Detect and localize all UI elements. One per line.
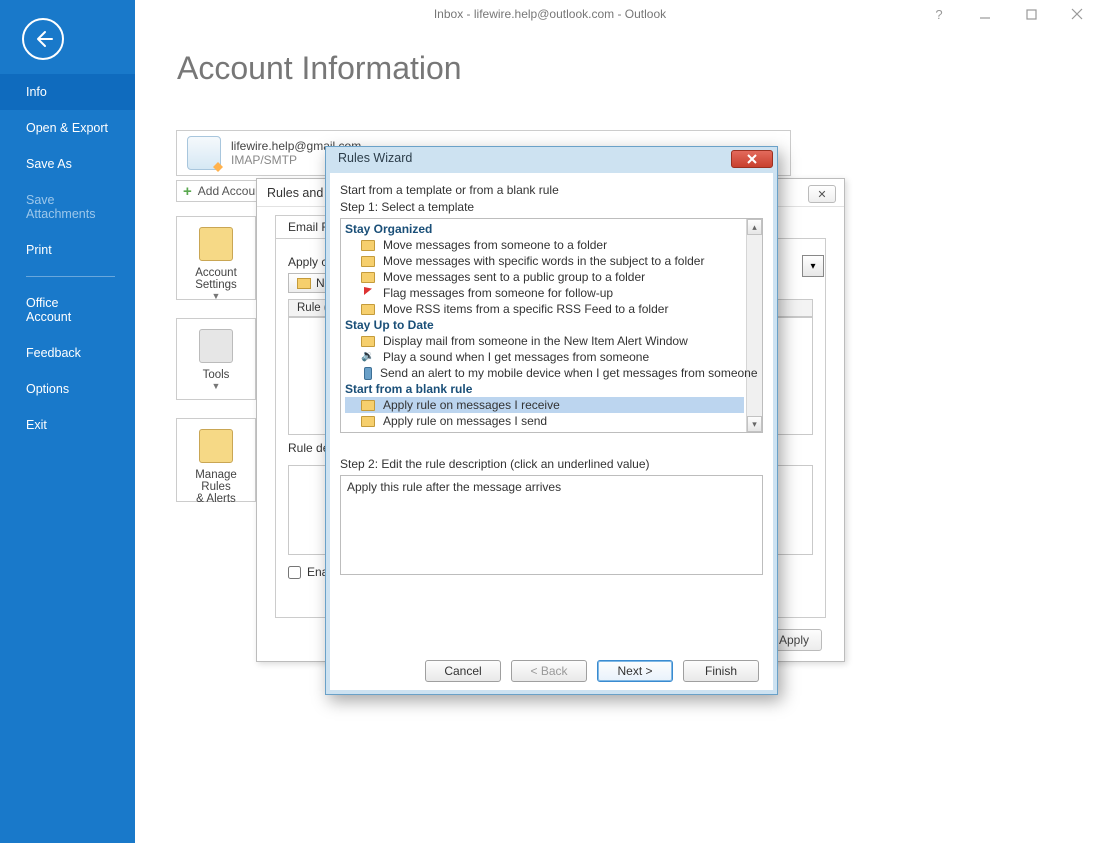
template-item-label: Send an alert to my mobile device when I… [380, 366, 758, 380]
flag-icon [361, 286, 375, 300]
folder-icon [361, 336, 375, 347]
wizard-close-button[interactable] [731, 150, 773, 168]
template-item-label: Move messages from someone to a folder [383, 238, 607, 252]
maximize-button[interactable] [1008, 0, 1054, 28]
template-group-heading: Stay Organized [345, 221, 744, 237]
tools-panel[interactable]: Tools ▼ [176, 318, 256, 400]
manage-rules-label: Manage Rules & Alerts [185, 469, 247, 505]
finish-button[interactable]: Finish [683, 660, 759, 682]
tools-icon [199, 329, 233, 363]
template-listbox[interactable]: ▴ ▾ Stay OrganizedMove messages from som… [340, 218, 763, 433]
help-button[interactable]: ? [916, 0, 962, 28]
new-rule-icon [297, 278, 311, 289]
back-button: < Back [511, 660, 587, 682]
sound-icon [361, 350, 375, 364]
template-group-heading: Start from a blank rule [345, 381, 744, 397]
sidebar-item-open-export[interactable]: Open & Export [0, 110, 135, 146]
folder-icon [361, 240, 375, 251]
rules-wizard-dialog: Rules Wizard Start from a template or fr… [325, 146, 778, 695]
scroll-down-arrow[interactable]: ▾ [747, 416, 762, 432]
app-titlebar: Inbox - lifewire.help@outlook.com - Outl… [0, 0, 1100, 28]
wizard-step2-label: Step 2: Edit the rule description (click… [340, 457, 763, 471]
template-item-label: Move messages with specific words in the… [383, 254, 704, 268]
template-item[interactable]: Display mail from someone in the New Ite… [345, 333, 744, 349]
scroll-up-arrow[interactable]: ▴ [747, 219, 762, 235]
page-title: Account Information [177, 50, 1100, 87]
template-item[interactable]: Send an alert to my mobile device when I… [345, 365, 744, 381]
wizard-step1-label: Step 1: Select a template [340, 200, 763, 214]
rule-description-preview: Apply this rule after the message arrive… [340, 475, 763, 575]
folder-icon [361, 304, 375, 315]
sidebar-item-print[interactable]: Print [0, 232, 135, 268]
template-item-label: Apply rule on messages I send [383, 414, 547, 428]
template-group-heading: Stay Up to Date [345, 317, 744, 333]
plus-icon: + [183, 183, 192, 200]
template-item[interactable]: Play a sound when I get messages from so… [345, 349, 744, 365]
wizard-start-line: Start from a template or from a blank ru… [340, 183, 763, 197]
account-settings-panel[interactable]: Account Settings ▼ [176, 216, 256, 300]
chevron-down-icon: ▼ [185, 381, 247, 391]
manage-rules-icon [199, 429, 233, 463]
rule-description-text: Apply this rule after the message arrive… [347, 480, 561, 494]
backstage-sidebar: InfoOpen & ExportSave AsSave Attachments… [0, 0, 135, 843]
template-item[interactable]: Apply rule on messages I send [345, 413, 744, 429]
account-settings-label: Account Settings [185, 267, 247, 291]
sidebar-item-feedback[interactable]: Feedback [0, 335, 135, 371]
sidebar-item-info[interactable]: Info [0, 74, 135, 110]
sidebar-item-options[interactable]: Options [0, 371, 135, 407]
folder-icon [361, 400, 375, 411]
template-item-label: Flag messages from someone for follow-up [383, 286, 613, 300]
template-item-label: Move RSS items from a specific RSS Feed … [383, 302, 668, 316]
folder-icon [361, 416, 375, 427]
cancel-button[interactable]: Cancel [425, 660, 501, 682]
window-title: Inbox - lifewire.help@outlook.com - Outl… [434, 7, 666, 21]
template-item-label: Play a sound when I get messages from so… [383, 350, 649, 364]
sidebar-item-office-account[interactable]: Office Account [0, 285, 135, 335]
template-scrollbar[interactable]: ▴ ▾ [746, 219, 762, 432]
rules-dlg-close-button[interactable]: ✕ [808, 185, 836, 203]
template-item[interactable]: Apply rule on messages I receive [345, 397, 744, 413]
template-item-label: Apply rule on messages I receive [383, 398, 560, 412]
template-item[interactable]: Move messages from someone to a folder [345, 237, 744, 253]
phone-icon [364, 367, 372, 380]
account-settings-icon [199, 227, 233, 261]
tools-label: Tools [185, 369, 247, 381]
back-button[interactable] [22, 18, 64, 60]
minimize-button[interactable] [962, 0, 1008, 28]
template-item[interactable]: Move messages sent to a public group to … [345, 269, 744, 285]
sidebar-item-save-attachments: Save Attachments [0, 182, 135, 232]
folder-icon [361, 272, 375, 283]
sidebar-item-save-as[interactable]: Save As [0, 146, 135, 182]
sidebar-item-exit[interactable]: Exit [0, 407, 135, 443]
template-item[interactable]: Flag messages from someone for follow-up [345, 285, 744, 301]
wizard-title: Rules Wizard [338, 151, 412, 165]
manage-rules-panel[interactable]: Manage Rules & Alerts [176, 418, 256, 502]
next-button[interactable]: Next > [597, 660, 673, 682]
template-item[interactable]: Move messages with specific words in the… [345, 253, 744, 269]
template-item-label: Display mail from someone in the New Ite… [383, 334, 688, 348]
account-icon [187, 136, 221, 170]
chevron-down-icon: ▼ [185, 291, 247, 301]
folder-icon [361, 256, 375, 267]
template-item-label: Move messages sent to a public group to … [383, 270, 645, 284]
template-item[interactable]: Move RSS items from a specific RSS Feed … [345, 301, 744, 317]
close-button[interactable] [1054, 0, 1100, 28]
